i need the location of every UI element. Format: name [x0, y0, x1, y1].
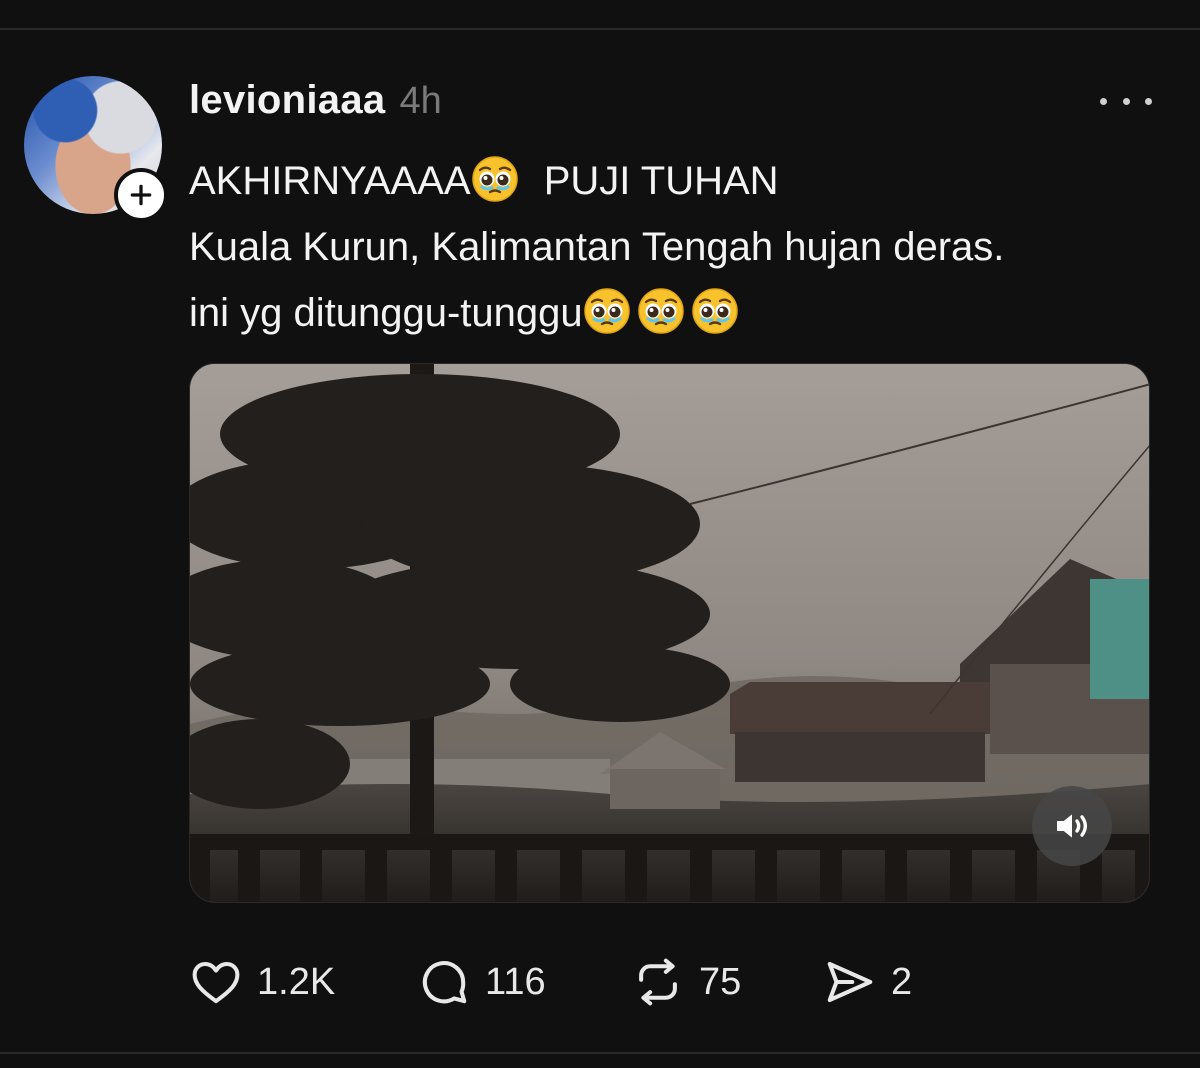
- share-button[interactable]: 2: [823, 955, 943, 1009]
- follow-button[interactable]: [114, 168, 168, 222]
- caption-text: AKHIRNYAAAA: [189, 159, 471, 203]
- repost-button[interactable]: 75: [631, 955, 823, 1009]
- pleading-face-with-tears-icon: [691, 288, 738, 334]
- send-icon: [827, 961, 873, 1003]
- thread-post: levioniaaa 4h AKHIRNYAAAA PUJI TUHAN Kua…: [0, 0, 1200, 1068]
- post-video[interactable]: [189, 363, 1150, 903]
- post-header: levioniaaa 4h: [189, 78, 442, 132]
- caption-line-3: ini yg ditunggu-tunggu: [189, 280, 1159, 346]
- reply-count: 116: [485, 960, 546, 1003]
- pleading-face-with-tears-icon: [471, 156, 518, 202]
- avatar-container[interactable]: [24, 76, 168, 222]
- heart-icon: [192, 961, 240, 1004]
- plus-icon: [130, 184, 152, 206]
- pleading-face-with-tears-icon: [637, 288, 684, 334]
- pleading-face-with-tears-icon: [583, 288, 630, 334]
- like-button[interactable]: 1.2K: [189, 955, 417, 1009]
- caption-text: PUJI TUHAN: [543, 159, 779, 203]
- share-count: 2: [891, 960, 913, 1003]
- volume-icon: [1057, 814, 1087, 838]
- video-frame: [190, 364, 1149, 902]
- repost-icon: [639, 958, 677, 1006]
- comment-icon: [422, 961, 467, 1004]
- bottom-divider: [0, 1052, 1200, 1054]
- repost-count: 75: [699, 960, 742, 1003]
- like-count: 1.2K: [257, 960, 336, 1003]
- post-caption: AKHIRNYAAAA PUJI TUHAN Kuala Kurun, Kali…: [189, 148, 1159, 346]
- caption-text: ini yg ditunggu-tunggu: [189, 291, 583, 335]
- more-horizontal-icon: [1122, 97, 1130, 105]
- caption-line-1: AKHIRNYAAAA PUJI TUHAN: [189, 148, 1159, 214]
- caption-line-2: Kuala Kurun, Kalimantan Tengah hujan der…: [189, 225, 1005, 269]
- username[interactable]: levioniaaa: [189, 78, 385, 123]
- post-actions: 1.2K 116 75 2: [189, 952, 943, 1012]
- more-options-button[interactable]: [1096, 86, 1156, 116]
- post-time: 4h: [399, 80, 442, 122]
- more-horizontal-icon: [1145, 97, 1152, 105]
- more-horizontal-icon: [1100, 97, 1107, 105]
- reply-button[interactable]: 116: [417, 955, 631, 1009]
- sound-toggle-button[interactable]: [1032, 786, 1112, 866]
